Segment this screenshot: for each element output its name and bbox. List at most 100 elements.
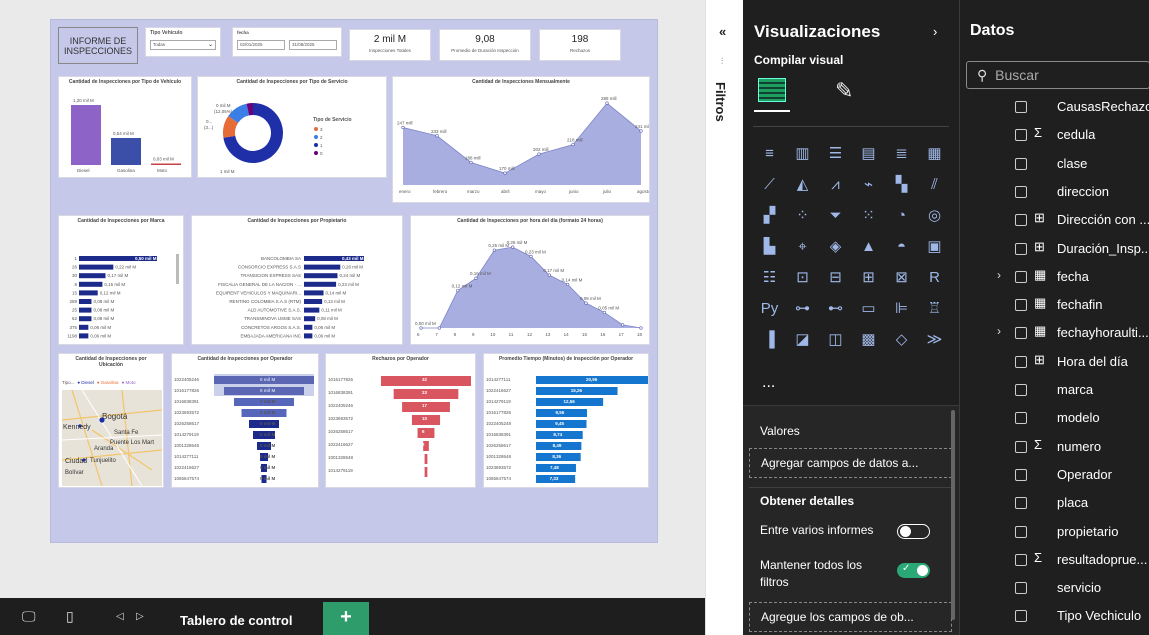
field-checkbox[interactable] — [1015, 299, 1027, 312]
line-chart-icon[interactable]: ⟋ — [753, 171, 786, 197]
field-checkbox[interactable] — [1015, 525, 1027, 538]
donut-chart-icon[interactable]: ◎ — [918, 202, 951, 228]
kpi-card[interactable]: 2 mil M Inspecciones Totales — [349, 29, 431, 61]
build-visual-tab[interactable] — [754, 74, 790, 112]
field-checkbox[interactable] — [1015, 101, 1027, 113]
kpi-card[interactable]: 9,08 Promedio de Duración Inspección — [439, 29, 531, 61]
field-checkbox[interactable] — [1015, 412, 1027, 425]
add-page-button[interactable]: + — [323, 602, 369, 635]
expand-icon[interactable]: « — [719, 24, 726, 39]
multirow-card-icon[interactable]: ☷ — [753, 264, 786, 290]
filters-label[interactable]: Filtros — [713, 82, 728, 122]
field-checkbox[interactable] — [1015, 129, 1027, 142]
field-checkbox[interactable] — [1015, 440, 1027, 453]
clustered-bar-icon[interactable]: ≣ — [885, 140, 918, 166]
field-row[interactable]: ⊞ Dirección con ... — [960, 207, 1149, 235]
field-row[interactable]: direccion — [960, 179, 1149, 207]
field-row[interactable]: modelo — [960, 405, 1149, 433]
pie-chart-icon[interactable]: ◔ — [885, 202, 918, 228]
decomp-tree-icon[interactable]: ⊷ — [819, 295, 852, 321]
field-checkbox[interactable] — [1015, 355, 1027, 368]
vehicle-type-dropdown[interactable]: Todas ⌄ — [150, 40, 216, 50]
expand-chevron-icon[interactable]: › — [997, 268, 1001, 282]
kpi-card[interactable]: 198 Rechazos — [539, 29, 621, 61]
field-row[interactable]: Tipo Vechiculo — [960, 603, 1149, 631]
prev-page-icon[interactable]: ◁ — [116, 611, 124, 622]
table-icon[interactable]: ⊞ — [852, 264, 885, 290]
field-checkbox[interactable] — [1015, 185, 1027, 198]
field-checkbox[interactable] — [1015, 553, 1027, 566]
chart-rejects-operator[interactable]: Rechazos por Operador 1016177826 32 101683… — [325, 353, 476, 488]
field-row[interactable]: marca — [960, 377, 1149, 405]
matrix-dots-icon[interactable]: ⁙ — [852, 202, 885, 228]
goals-icon[interactable]: ♖ — [918, 295, 951, 321]
paginated-report-icon[interactable]: ▐ — [753, 326, 786, 352]
power-automate-icon[interactable]: ◫ — [819, 326, 852, 352]
map-by-location[interactable]: Cantidad de Inspecciones por Ubicación T… — [58, 353, 164, 488]
stacked-bar-icon[interactable]: ≡ — [753, 140, 786, 166]
diamond-visual-icon[interactable]: ◇ — [885, 326, 918, 352]
field-checkbox[interactable] — [1015, 497, 1027, 510]
card-icon[interactable]: ▣ — [918, 233, 951, 259]
area-chart-icon[interactable]: ◭ — [786, 171, 819, 197]
narrative-icon[interactable]: ⊫ — [885, 295, 918, 321]
date-from-input[interactable]: 02/01/2025 — [237, 40, 285, 50]
field-checkbox[interactable] — [1015, 610, 1027, 623]
format-visual-tab[interactable]: ✎ — [835, 78, 853, 104]
chart-by-brand[interactable]: Cantidad de Inspecciones por Marca 1 0,50… — [58, 215, 184, 345]
report-page[interactable]: INFORME DE INSPECCIONES Tipo Vehículo To… — [50, 19, 658, 543]
field-row[interactable]: placa — [960, 490, 1149, 518]
qa-icon[interactable]: ▭ — [852, 295, 885, 321]
field-checkbox[interactable] — [1015, 327, 1027, 340]
next-page-icon[interactable]: ▷ — [136, 611, 144, 622]
chevron-visual-icon[interactable]: ≫ — [918, 326, 951, 352]
expand-chevron-icon[interactable]: › — [997, 324, 1001, 338]
field-row[interactable]: ▦ fechafin — [960, 292, 1149, 320]
treemap-icon[interactable]: ▞ — [753, 202, 786, 228]
cross-report-toggle[interactable] — [897, 524, 930, 539]
date-slicer[interactable]: fecha 02/01/2025 31/08/2025 — [232, 27, 342, 57]
map-area[interactable]: Bogotá Kennedy Santa Fe Puente Los Mart Aran… — [61, 389, 163, 487]
waterfall-icon[interactable]: ▚ — [885, 171, 918, 197]
desktop-layout-icon[interactable]: 🖵 — [22, 608, 36, 625]
date-to-input[interactable]: 31/08/2025 — [289, 40, 337, 50]
mobile-layout-icon[interactable]: ▯ — [66, 608, 74, 625]
power-apps-icon[interactable]: ◪ — [786, 326, 819, 352]
field-checkbox[interactable] — [1015, 242, 1027, 255]
funnel-icon[interactable]: ⏷ — [819, 202, 852, 228]
matrix-icon[interactable]: ⊠ — [885, 264, 918, 290]
chart-by-operator[interactable]: Cantidad de Inspecciones por Operador 10… — [171, 353, 319, 488]
keep-filters-toggle[interactable]: ✓ — [897, 563, 930, 578]
scatter-icon[interactable]: ⁘ — [786, 202, 819, 228]
map-icon[interactable]: ⌖ — [786, 233, 819, 259]
filters-rail[interactable]: « ⫶ Filtros — [705, 0, 743, 635]
decomposition-icon[interactable]: ▙ — [753, 233, 786, 259]
azure-map-icon[interactable]: ▲ — [852, 233, 885, 259]
more-visuals-button[interactable]: ... — [762, 374, 775, 392]
field-row[interactable]: clase — [960, 151, 1149, 179]
chart-by-owner[interactable]: Cantidad de Inspecciones por Propietario… — [191, 215, 403, 345]
clustered-column-icon[interactable]: ▥ — [786, 140, 819, 166]
field-row[interactable]: Σnumero — [960, 434, 1149, 462]
field-checkbox[interactable] — [1015, 468, 1027, 481]
r-visual-icon[interactable]: R — [918, 264, 951, 290]
chart-by-service[interactable]: Cantidad de Inspecciones por Tipo de Ser… — [197, 76, 387, 178]
gauge-icon[interactable]: ◓ — [885, 233, 918, 259]
vehicle-type-slicer[interactable]: Tipo Vehículo Todas ⌄ — [145, 27, 221, 57]
chart-monthly[interactable]: Cantidad de Inspecciones Mensualmente 24… — [392, 76, 650, 203]
collapse-pane-icon[interactable]: › — [933, 24, 937, 39]
field-row[interactable]: › ▦ fecha — [960, 264, 1149, 292]
chart-avg-time[interactable]: Promedio Tiempo (Minutos) de Inspección … — [483, 353, 649, 488]
field-checkbox[interactable] — [1015, 582, 1027, 595]
field-row[interactable]: Σcedula — [960, 122, 1149, 150]
column-chart-icon[interactable]: ▤ — [852, 140, 885, 166]
stacked-area-icon[interactable]: ⩘ — [819, 171, 852, 197]
ribbon-chart-icon[interactable]: ⌁ — [852, 171, 885, 197]
line-column-icon[interactable]: ⫽ — [918, 171, 951, 197]
field-checkbox[interactable] — [1015, 157, 1027, 170]
slicer-icon[interactable]: ⊟ — [819, 264, 852, 290]
field-row[interactable]: Σresultadoprue... — [960, 547, 1149, 575]
scrollbar[interactable] — [951, 410, 955, 620]
field-checkbox[interactable] — [1015, 384, 1027, 396]
drillthrough-drop-zone[interactable]: Agregue los campos de ob... — [749, 602, 952, 632]
